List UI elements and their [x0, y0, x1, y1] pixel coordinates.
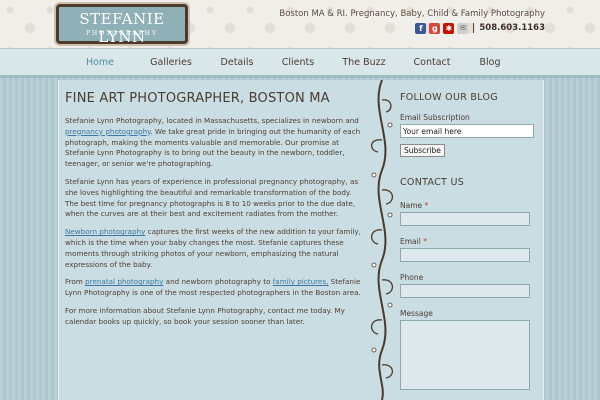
logo-subtitle: PHOTOGRAPHY	[86, 30, 158, 37]
contact-paragraph: For more information about Stefanie Lynn…	[65, 305, 345, 326]
follow-blog-heading: FOLLOW OUR BLOG	[400, 92, 498, 103]
family-pictures-link[interactable]: family pictures,	[273, 277, 329, 286]
required-mark: *	[424, 201, 429, 210]
pregnancy-photography-link[interactable]: pregnancy photography	[65, 127, 150, 136]
nav-clients[interactable]: Clients	[272, 49, 324, 75]
sidebar: FOLLOW OUR BLOG Email Subscription Subsc…	[400, 92, 536, 390]
main-nav: Home Galleries Details Clients The Buzz …	[0, 48, 600, 78]
name-field[interactable]	[400, 212, 530, 226]
site-logo[interactable]: STEFANIE LYNN PHOTOGRAPHY	[56, 4, 188, 46]
vine-divider	[371, 80, 393, 400]
experience-paragraph: Stefanie Lynn has years of experience in…	[65, 176, 359, 219]
name-label: Name *	[400, 201, 536, 210]
phone-label: Phone	[400, 273, 424, 282]
main-column: FINE ART PHOTOGRAPHER, BOSTON MA Stefani…	[65, 91, 365, 335]
nav-contact[interactable]: Contact	[404, 49, 460, 75]
intro-text: Stefanie Lynn Photography, located in Ma…	[65, 116, 359, 125]
nav-blog[interactable]: Blog	[460, 49, 520, 75]
services-text-a: From	[65, 277, 86, 287]
subscription-email-input[interactable]	[400, 124, 534, 138]
email-field[interactable]	[400, 248, 530, 262]
services-paragraph: From prenatal photography and newborn ph…	[65, 277, 365, 299]
required-mark: *	[423, 237, 427, 246]
newborn-photography-link[interactable]: Newborn photography	[65, 227, 145, 236]
newborn-paragraph: Newborn photography captures the first w…	[65, 227, 365, 270]
prenatal-photography-link[interactable]: prenatal photography	[85, 277, 163, 286]
yelp-icon[interactable]: ✱	[443, 22, 455, 34]
name-label-text: Name	[400, 201, 423, 210]
services-text-b: and newborn photography to	[163, 277, 273, 287]
message-label: Message	[400, 309, 433, 318]
header-contact-bar: f g ✱ ✉ 508.603.1163	[415, 22, 545, 34]
subscribe-button[interactable]: Subscribe	[400, 144, 445, 157]
intro-paragraph: Stefanie Lynn Photography, located in Ma…	[65, 116, 365, 170]
facebook-icon[interactable]: f	[415, 22, 427, 34]
email-icon[interactable]: ✉	[457, 22, 469, 34]
email-label: Email *	[400, 237, 536, 246]
email-subscription-label: Email Subscription	[400, 113, 470, 122]
email-label-text: Email	[400, 237, 421, 246]
nav-galleries[interactable]: Galleries	[140, 49, 202, 75]
message-field[interactable]	[400, 320, 530, 390]
header-tagline: Boston MA & RI. Pregnancy, Baby, Child &…	[279, 9, 545, 19]
logo-name: STEFANIE LYNN	[79, 10, 165, 46]
contact-us-heading: CONTACT US	[400, 177, 465, 188]
phone-field[interactable]	[400, 284, 530, 298]
phone-number: 508.603.1163	[479, 23, 545, 33]
nav-details[interactable]: Details	[202, 49, 272, 75]
nav-home[interactable]: Home	[60, 49, 140, 75]
nav-the-buzz[interactable]: The Buzz	[324, 49, 404, 75]
google-plus-icon[interactable]: g	[429, 22, 441, 34]
phone-divider	[473, 23, 475, 33]
page-title: FINE ART PHOTOGRAPHER, BOSTON MA	[65, 91, 330, 106]
site-header: STEFANIE LYNN PHOTOGRAPHY Boston MA & RI…	[0, 0, 600, 48]
